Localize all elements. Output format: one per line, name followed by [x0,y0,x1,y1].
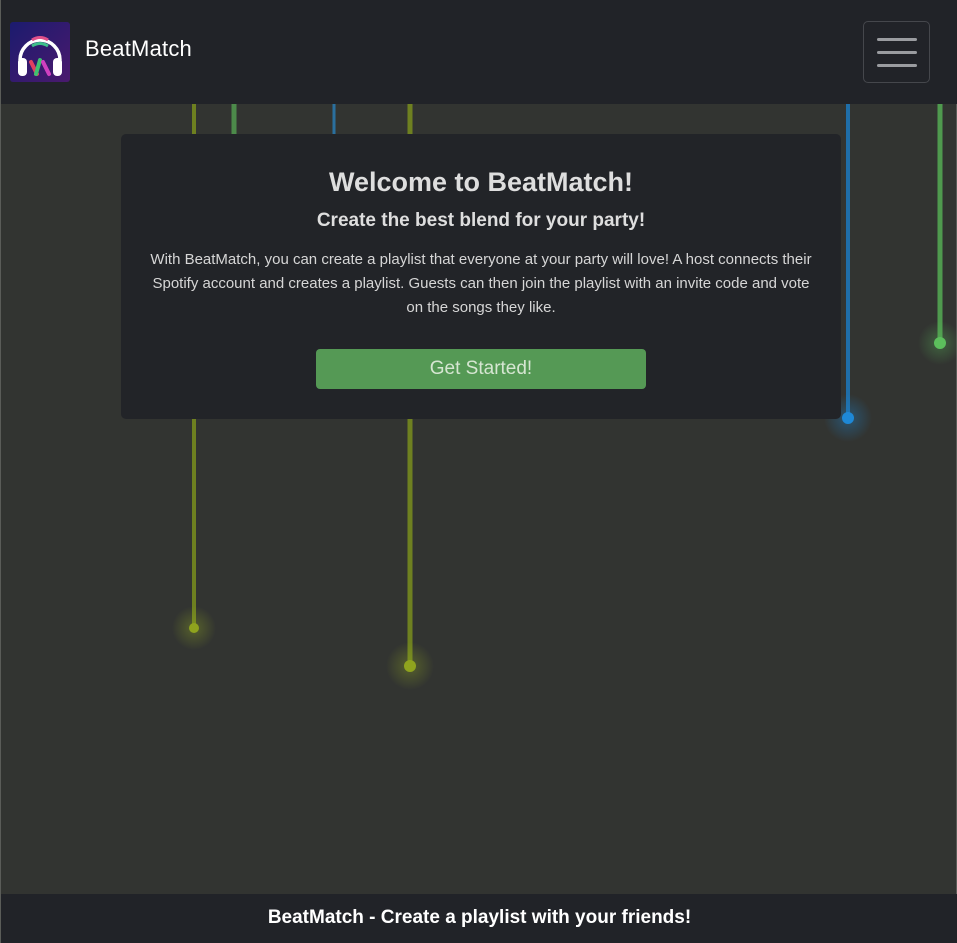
welcome-title: Welcome to BeatMatch! [328,167,634,197]
hamburger-menu-icon[interactable] [863,21,930,83]
headphones-logo-icon[interactable] [10,22,70,82]
page: BeatMatch Welcome to BeatMatch! Create t… [0,0,957,943]
menu-bar [877,38,917,41]
brand-name[interactable]: BeatMatch [85,36,192,62]
menu-bar [877,51,917,54]
welcome-subtitle: Create the best blend for your party! [316,210,646,231]
menu-bar [877,64,917,67]
get-started-button[interactable]: Get Started! [316,349,646,389]
light-string-green-2 [918,104,957,365]
welcome-description: With BeatMatch, you can create a playlis… [150,251,812,316]
footer: BeatMatch - Create a playlist with your … [1,894,957,943]
welcome-card: Welcome to BeatMatch! Create the best bl… [121,134,841,419]
navbar: BeatMatch [1,0,957,104]
footer-text: BeatMatch - Create a playlist with your … [267,907,692,928]
